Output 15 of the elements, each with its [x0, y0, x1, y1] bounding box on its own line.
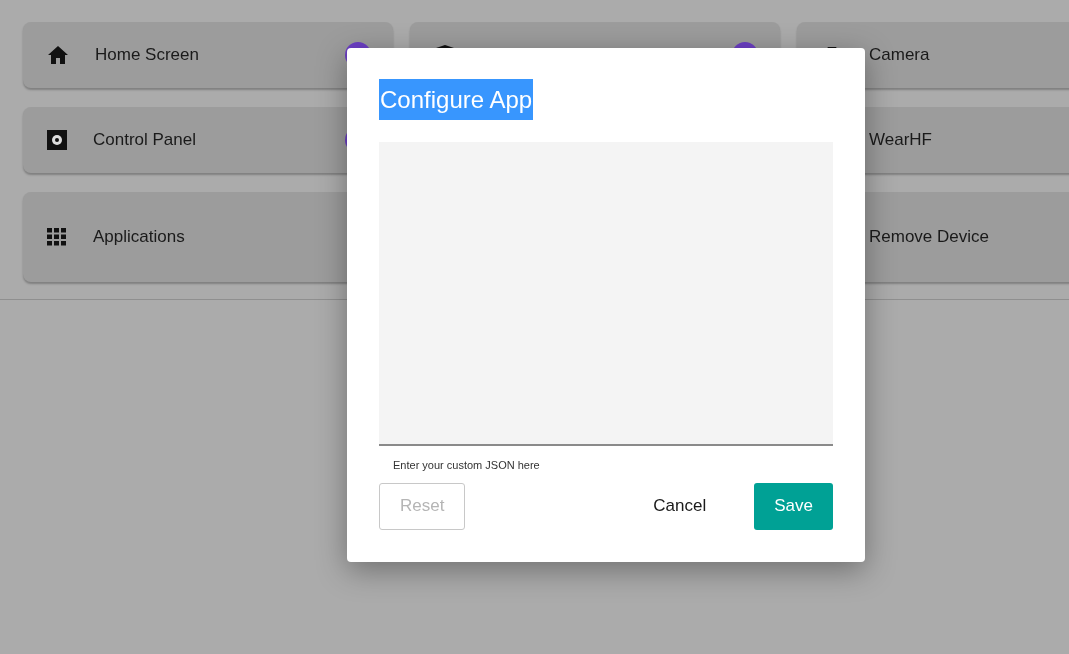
app-card[interactable]: Home Screen [23, 22, 393, 88]
json-input-field[interactable] [379, 142, 833, 446]
card-label: Applications [93, 226, 185, 249]
card-label: Camera [869, 44, 930, 67]
helper-text: Enter your custom JSON here [393, 458, 541, 473]
card-label: Control Panel [93, 129, 196, 152]
card-label: Remove Device [869, 226, 989, 249]
dialog-title: Configure App [379, 79, 534, 120]
home-icon [47, 45, 69, 65]
grid-icon [47, 228, 67, 246]
save-button[interactable]: Save [754, 482, 833, 530]
card-label: Home Screen [95, 44, 199, 67]
settings-icon [47, 130, 67, 150]
cancel-button[interactable]: Cancel [633, 482, 727, 530]
card-label: WearHF [869, 129, 932, 152]
